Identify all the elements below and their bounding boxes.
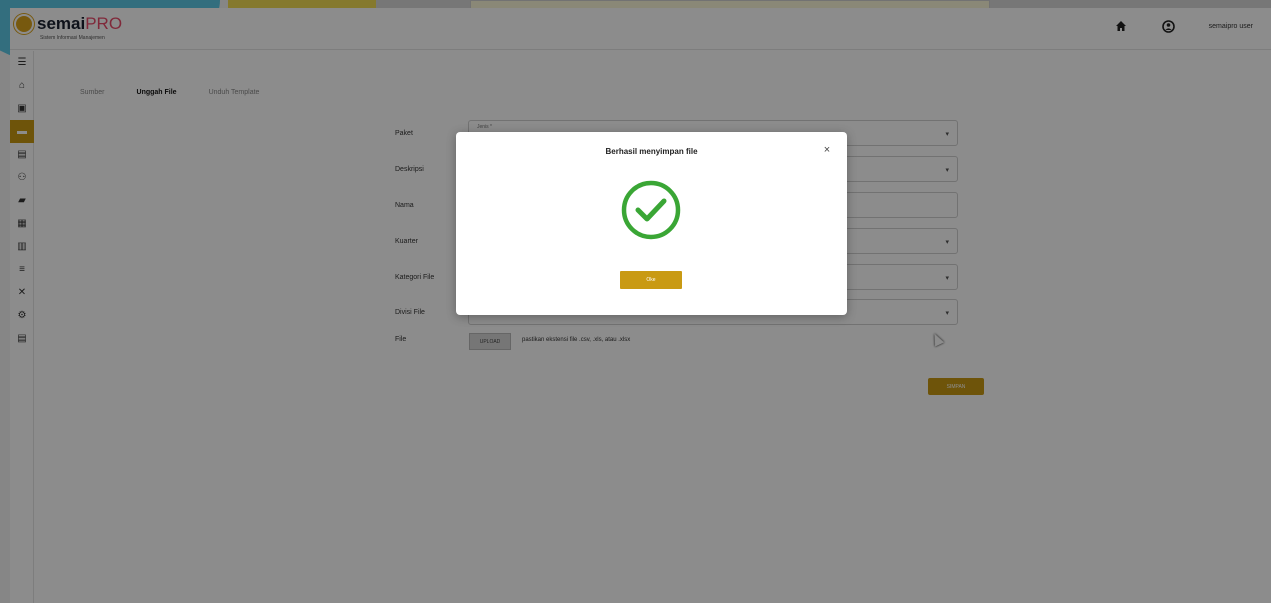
- close-icon[interactable]: ×: [821, 144, 833, 156]
- success-dialog: Berhasil menyimpan file × Oke: [456, 132, 847, 315]
- app-root: semaiPRO Sistem Informasi Manajemen sema…: [0, 0, 1271, 603]
- success-check-icon: [621, 180, 681, 240]
- dialog-title: Berhasil menyimpan file: [605, 147, 698, 156]
- ok-button[interactable]: Oke: [620, 271, 682, 289]
